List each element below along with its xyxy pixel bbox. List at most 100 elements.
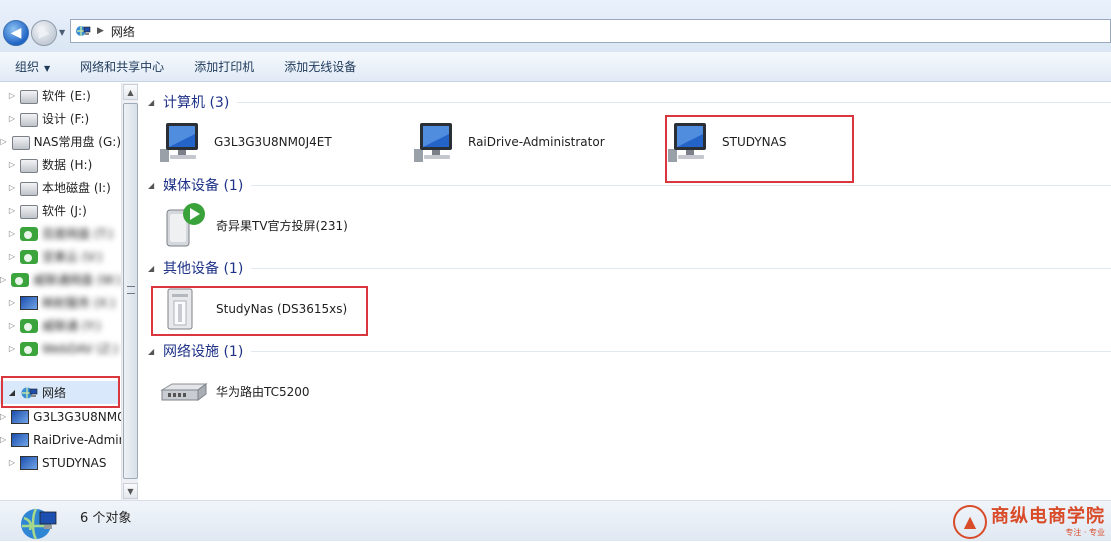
network-drive-icon [11, 272, 30, 287]
sidebar-item-drive-w[interactable]: ▷ 威联通网盘 (W:) [0, 268, 121, 291]
scroll-down-icon[interactable]: ▼ [123, 483, 138, 499]
back-button[interactable]: ◀ [3, 20, 29, 46]
network-globe-icon [21, 508, 57, 540]
group-title: 媒体设备 (1) [163, 178, 244, 194]
computer-icon [160, 123, 198, 162]
collapse-arrow-icon[interactable]: ◢ [148, 98, 163, 107]
sidebar-item-label: 软件 (E:) [42, 89, 91, 103]
sidebar-item-drive-j[interactable]: ▷ 软件 (J:) [0, 199, 121, 222]
group-title: 计算机 (3) [163, 95, 230, 111]
add-wireless-device-button[interactable]: 添加无线设备 [269, 52, 371, 82]
collapse-arrow-icon[interactable]: ◢ [148, 347, 163, 356]
sidebar-item-computer-raidrive[interactable]: ▷ RaiDrive-Administrator [0, 428, 121, 451]
sidebar-item-drive-i[interactable]: ▷ 本地磁盘 (I:) [0, 176, 121, 199]
sidebar-item-computer-g3l3[interactable]: ▷ G3L3G3U8NM0J4ET [0, 405, 121, 428]
navigation-pane: ▷ 软件 (E:) ▷ 设计 (F:) ▷ NAS常用盘 (G:) ▷ 数据 (H:) … [0, 83, 139, 500]
address-bar-area: ◀ ▶ ▼ ▶ 网络 [0, 0, 1111, 52]
scrollbar-thumb[interactable] [123, 103, 138, 479]
expand-arrow-icon[interactable]: ▷ [0, 206, 20, 215]
expand-arrow-icon[interactable]: ▷ [0, 160, 20, 169]
expand-arrow-icon[interactable]: ▷ [0, 183, 20, 192]
expand-arrow-icon[interactable]: ▷ [0, 458, 20, 467]
sidebar-item-drive-x[interactable]: ▷ 映射服务 (X:) [0, 291, 121, 314]
item-name: RaiDrive-Administrator [468, 135, 605, 149]
sidebar-item-drive-f[interactable]: ▷ 设计 (F:) [0, 107, 121, 130]
network-drive-icon [20, 249, 38, 264]
item-name: 华为路由TC5200 [216, 384, 310, 399]
address-field[interactable]: ▶ 网络 [70, 19, 1111, 43]
expand-arrow-icon[interactable]: ▷ [0, 321, 20, 330]
item-name: G3L3G3U8NM0J4ET [214, 135, 332, 149]
drive-icon [20, 90, 38, 104]
group-header-media[interactable]: ◢ 媒体设备 (1) [148, 175, 1111, 195]
add-printer-button[interactable]: 添加打印机 [179, 52, 269, 82]
chevron-down-icon: ▼ [44, 63, 51, 73]
sidebar-item-label: 百度网盘 (T:) [42, 227, 114, 241]
group-divider [237, 101, 1111, 103]
infrastructure-device-item[interactable]: 华为路由TC5200 [160, 367, 310, 415]
scroll-up-icon[interactable]: ▲ [123, 84, 138, 100]
path-separator-icon[interactable]: ▶ [97, 26, 104, 36]
sidebar-item-drive-e[interactable]: ▷ 软件 (E:) [0, 84, 121, 107]
sidebar-item-drive-v[interactable]: ▷ 坚果云 (V:) [0, 245, 121, 268]
forward-arrow-icon: ▶ [38, 25, 50, 41]
sidebar-item-computer-studynas[interactable]: ▷ STUDYNAS [0, 451, 121, 474]
computer-icon [414, 123, 452, 162]
sidebar-item-drive-t[interactable]: ▷ 百度网盘 (T:) [0, 222, 121, 245]
expand-arrow-icon[interactable]: ▷ [0, 137, 12, 146]
sidebar-item-drive-z[interactable]: ▷ WebDAV (Z:) [0, 337, 121, 360]
media-device-item[interactable]: 奇异果TV官方投屏(231) [160, 201, 348, 249]
item-count: 6 个对象 [80, 511, 132, 526]
logo-brand-text: 商纵电商学院 [991, 505, 1105, 527]
organize-menu-button[interactable]: 组织 ▼ [0, 52, 65, 82]
recent-pages-dropdown-icon[interactable]: ▼ [59, 28, 67, 37]
sidebar-item-label: NAS常用盘 (G:) [33, 135, 121, 149]
collapse-arrow-icon[interactable]: ◢ [148, 264, 163, 273]
content-pane: ◢ 计算机 (3) G3L3G3U8NM0J4ET RaiDrive-Admin… [140, 83, 1111, 500]
group-header-infrastructure[interactable]: ◢ 网络设施 (1) [148, 341, 1111, 361]
logo-slogan: 专注 · 专业 [1065, 527, 1105, 537]
expand-arrow-icon[interactable]: ▷ [0, 435, 11, 444]
expand-arrow-icon[interactable]: ▷ [0, 229, 20, 238]
sidebar-item-label: G3L3G3U8NM0J4ET [33, 409, 121, 424]
breadcrumb-network[interactable]: 网络 [111, 23, 135, 40]
sidebar-item-label: 威联通网盘 (W:) [33, 273, 121, 287]
computer-item-g3l3[interactable]: G3L3G3U8NM0J4ET [158, 118, 332, 166]
sidebar-item-label: 本地磁盘 (I:) [42, 181, 111, 195]
group-header-computers[interactable]: ◢ 计算机 (3) [148, 92, 1111, 112]
sidebar-item-label: 映射服务 (X:) [42, 296, 116, 310]
network-location-icon [20, 295, 38, 310]
group-title: 其他设备 (1) [163, 261, 244, 277]
computer-item-raidrive[interactable]: RaiDrive-Administrator [412, 118, 605, 166]
network-icon [76, 26, 91, 36]
logo-mark-icon: ▲ [953, 505, 987, 539]
expand-arrow-icon[interactable]: ▷ [0, 252, 20, 261]
highlight-box-studynas [665, 115, 854, 183]
group-divider [251, 267, 1111, 269]
sidebar-item-drive-g[interactable]: ▷ NAS常用盘 (G:) [0, 130, 121, 153]
collapse-arrow-icon[interactable]: ◢ [148, 181, 163, 190]
sidebar-item-drive-y[interactable]: ▷ 威联通 (Y:) [0, 314, 121, 337]
drive-icon [20, 113, 38, 127]
computer-icon [11, 409, 30, 424]
network-sharing-center-button[interactable]: 网络和共享中心 [65, 52, 179, 82]
drive-icon [20, 182, 38, 196]
sidebar-item-drive-h[interactable]: ▷ 数据 (H:) [0, 153, 121, 176]
nav-pane-scrollbar[interactable]: ▲ ▼ [121, 83, 138, 500]
organize-label: 组织 [15, 59, 40, 74]
highlight-box-studynas-device [151, 286, 368, 336]
drive-icon [20, 205, 38, 219]
forward-button[interactable]: ▶ [31, 20, 57, 46]
expand-arrow-icon[interactable]: ▷ [0, 344, 20, 353]
status-bar: 6 个对象 ▲ 商纵电商学院 专注 · 专业 [0, 500, 1111, 541]
network-drive-icon [20, 341, 38, 356]
expand-arrow-icon[interactable]: ▷ [0, 275, 11, 284]
sidebar-item-label: 威联通 (Y:) [42, 319, 101, 333]
group-header-other[interactable]: ◢ 其他设备 (1) [148, 258, 1111, 278]
expand-arrow-icon[interactable]: ▷ [0, 412, 11, 421]
expand-arrow-icon[interactable]: ▷ [0, 114, 20, 123]
item-name: 奇异果TV官方投屏(231) [216, 218, 348, 233]
sidebar-item-label: 数据 (H:) [42, 158, 93, 172]
expand-arrow-icon[interactable]: ▷ [0, 298, 20, 307]
expand-arrow-icon[interactable]: ▷ [0, 91, 20, 100]
